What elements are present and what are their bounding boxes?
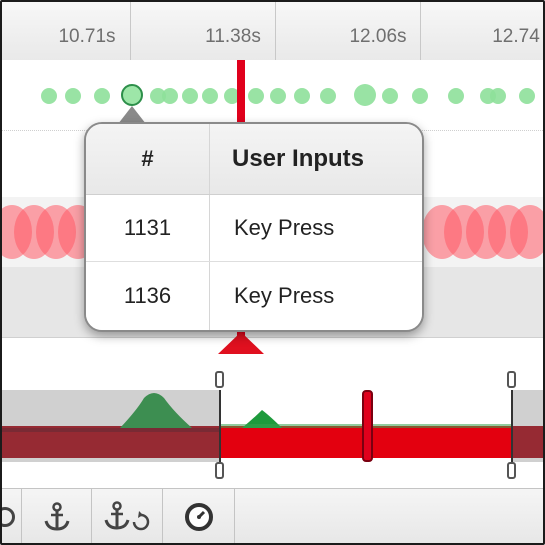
input-event-dot[interactable] [354,84,376,106]
anchor-button[interactable] [22,489,92,543]
table-row[interactable]: 1131 Key Press [86,195,422,262]
selected-input-marker[interactable] [121,84,143,106]
range-end-handle[interactable] [507,462,516,479]
column-header-user-inputs: User Inputs [232,145,365,172]
ruler-tick-label: 10.71s [58,26,116,47]
input-event-dot[interactable] [182,88,198,104]
range-start-line[interactable] [219,390,221,462]
red-event-blob [510,205,543,259]
input-event-dot[interactable] [65,88,81,104]
input-event-dot[interactable] [162,88,178,104]
input-event-dot[interactable] [41,88,57,104]
input-type: Key Press [234,283,335,308]
ruler-tick-label: 12.06s [349,26,407,47]
time-ruler[interactable]: 10.71s 11.38s 12.06s 12.74 [2,2,543,61]
table-row[interactable]: 1136 Key Press [86,262,422,330]
toolbar-button-partial[interactable] [2,489,22,543]
input-event-dot[interactable] [448,88,464,104]
overview-out-of-range-left [2,390,220,462]
user-inputs-track[interactable] [2,60,543,131]
input-event-dot[interactable] [248,88,264,104]
range-start-handle[interactable] [215,371,224,388]
popover-header-row: # User Inputs [86,124,422,195]
anchor-reset-icon [104,500,150,530]
bottom-toolbar [2,488,543,543]
ruler-tick-label: 12.74 [492,26,540,47]
overview-playhead[interactable] [362,390,373,462]
timeline-window: 10.71s 11.38s 12.06s 12.74 # User Inputs… [0,0,545,545]
input-event-dot[interactable] [320,88,336,104]
ruler-tick-label: 11.38s [205,26,261,47]
anchor-icon [44,501,69,531]
range-end-line[interactable] [511,390,513,462]
clock-icon [184,502,213,531]
input-event-dot[interactable] [294,88,310,104]
ruler-tick [420,2,421,60]
range-start-handle[interactable] [215,462,224,479]
input-event-dot[interactable] [412,88,428,104]
input-event-dot[interactable] [202,88,218,104]
overview-out-of-range-right [512,390,543,462]
anchor-reset-button[interactable] [92,489,163,543]
user-inputs-popover: # User Inputs 1131 Key Press 1136 Key Pr… [84,122,424,332]
ruler-tick [130,2,131,60]
input-event-dot[interactable] [382,88,398,104]
input-event-dot[interactable] [270,88,286,104]
input-event-dot[interactable] [519,88,535,104]
input-event-dot[interactable] [94,88,110,104]
clock-button[interactable] [163,489,235,543]
ruler-tick [275,2,276,60]
playhead-arrow-icon[interactable] [218,332,264,354]
input-event-dot[interactable] [490,88,506,104]
timeline-overview[interactable] [2,390,543,462]
input-number: 1131 [123,215,172,240]
input-number: 1136 [123,283,172,308]
range-end-handle[interactable] [507,371,516,388]
input-type: Key Press [234,215,335,240]
column-header-number: # [141,146,154,171]
lower-track [2,338,543,390]
